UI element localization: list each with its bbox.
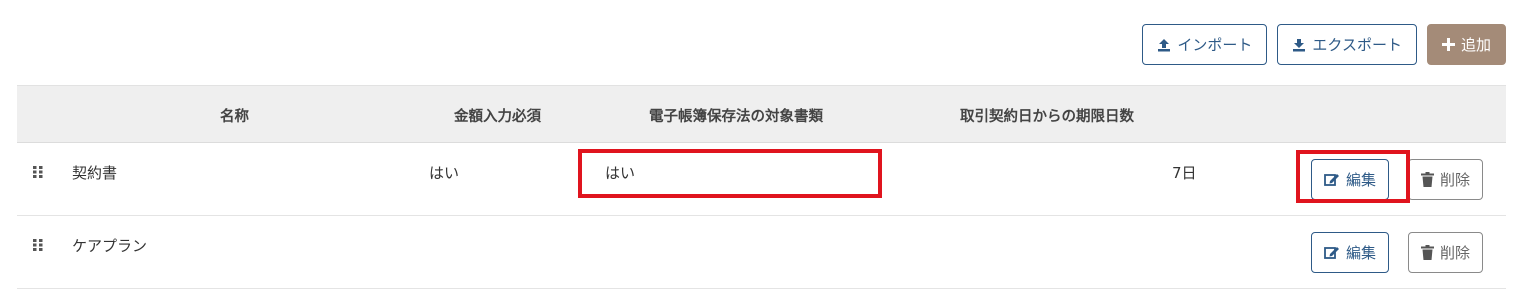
trash-icon — [1421, 245, 1434, 260]
delete-button[interactable]: 削除 — [1408, 159, 1484, 200]
row-name: 契約書 — [72, 164, 118, 182]
edit-label: 編集 — [1346, 244, 1377, 262]
edit-icon — [1324, 247, 1339, 259]
import-label: インポート — [1177, 36, 1253, 54]
plus-icon — [1441, 38, 1455, 51]
table-header: 名称 金額入力必須 電子帳簿保存法の対象書類 取引契約日からの期限日数 — [17, 85, 1506, 143]
delete-label: 削除 — [1440, 171, 1471, 189]
trash-icon — [1421, 172, 1434, 187]
header-deadline-days: 取引契約日からの期限日数 — [960, 109, 1134, 125]
highlight-box-ebook-target — [578, 149, 882, 198]
drag-handle-icon[interactable] — [32, 165, 44, 179]
header-name: 名称 — [220, 109, 249, 125]
table-row: ケアプラン 編集 削除 — [17, 216, 1506, 289]
edit-button[interactable]: 編集 — [1311, 232, 1390, 273]
download-icon — [1293, 38, 1306, 51]
row-name: ケアプラン — [72, 237, 148, 255]
header-ebook-target: 電子帳簿保存法の対象書類 — [649, 109, 823, 125]
header-amount-required: 金額入力必須 — [454, 109, 541, 125]
delete-button[interactable]: 削除 — [1408, 232, 1484, 273]
row-deadline-days: 7日 — [1172, 164, 1197, 182]
export-label: エクスポート — [1312, 36, 1402, 54]
add-label: 追加 — [1460, 36, 1491, 54]
export-button[interactable]: エクスポート — [1277, 24, 1417, 65]
row-amount-required: はい — [429, 164, 460, 182]
drag-handle-icon[interactable] — [32, 238, 44, 252]
highlight-box-edit-button — [1296, 150, 1410, 203]
add-button[interactable]: 追加 — [1426, 24, 1506, 65]
delete-label: 削除 — [1440, 244, 1471, 262]
import-button[interactable]: インポート — [1142, 24, 1268, 65]
toolbar: インポート エクスポート 追加 — [1142, 24, 1506, 65]
upload-icon — [1158, 38, 1171, 51]
